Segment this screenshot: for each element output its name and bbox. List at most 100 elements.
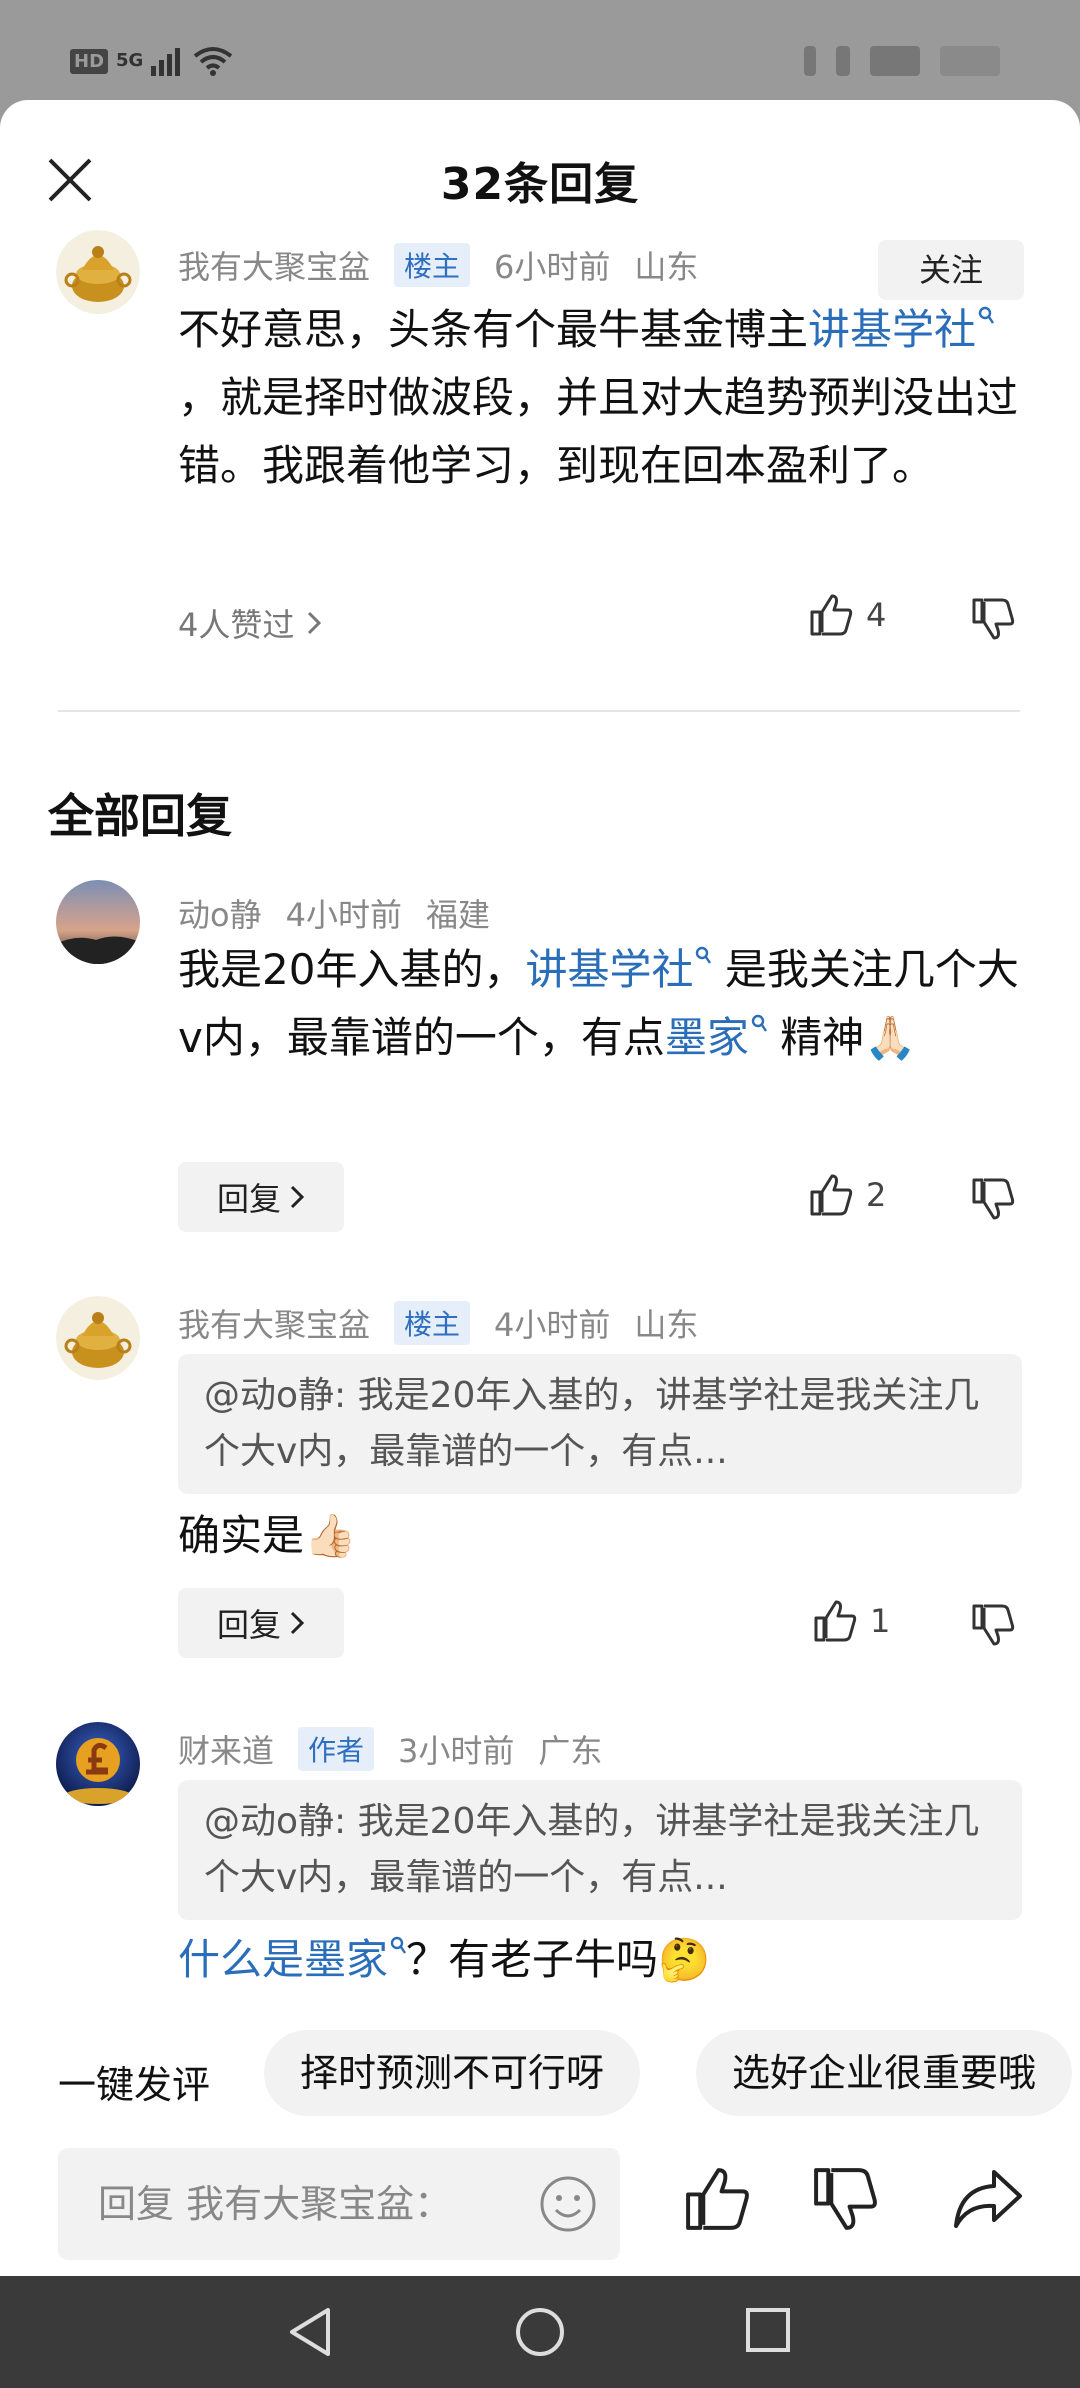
thumbs-down-icon[interactable] — [810, 2164, 880, 2234]
reply-location: 山东 — [634, 1306, 699, 1344]
hd-indicator: HD — [70, 48, 109, 74]
op-badge: 楼主 — [394, 243, 471, 287]
reply-meta: 我有大聚宝盆 楼主 4小时前 山东 — [178, 1300, 722, 1346]
follow-button[interactable]: 关注 — [878, 240, 1024, 300]
like-button[interactable]: 2 — [808, 1172, 886, 1218]
reply-text-part: 我是20年入基的， — [178, 945, 526, 994]
author-name[interactable]: 动o静 — [178, 890, 262, 936]
quick-reply-row: 一键发评 择时预测不可行呀 选好企业很重要哦 — [0, 2030, 1080, 2120]
quick-reply-chip[interactable]: 择时预测不可行呀 — [264, 2030, 641, 2116]
reply-text: 我是20年入基的，讲基学社 是我关注几个大v内，最靠谱的一个，有点墨家 精神🙏🏻 — [178, 936, 1028, 1072]
status-icon — [940, 46, 1000, 76]
reply-text: 确实是👍🏻 — [178, 1502, 1018, 1570]
reply-text-part: 精神 — [780, 1013, 865, 1062]
topic-link[interactable]: 墨家 — [665, 1013, 749, 1062]
reply-button[interactable]: 回复 — [178, 1162, 344, 1232]
search-icon — [390, 1936, 407, 1954]
author-badge: 作者 — [298, 1727, 375, 1771]
author-name[interactable]: 我有大聚宝盆 — [178, 242, 370, 288]
praying-hands-emoji: 🙏🏻 — [864, 1013, 917, 1062]
thinking-face-emoji: 🤔 — [658, 1935, 711, 1984]
reply-button[interactable]: 回复 — [178, 1588, 344, 1658]
thumbs-down-icon[interactable] — [970, 1176, 1016, 1222]
chevron-right-icon — [308, 611, 322, 635]
reply-text: 什么是墨家 ？有老子牛吗🤔 — [178, 1926, 1018, 1994]
like-count: 4 — [866, 596, 887, 634]
thumbs-up-icon — [810, 1174, 853, 1216]
like-button[interactable]: 1 — [812, 1598, 890, 1644]
comment-location: 山东 — [634, 248, 699, 286]
reply-time: 3小时前 — [398, 1732, 515, 1770]
like-count: 1 — [870, 1602, 891, 1640]
quick-reply-chip[interactable]: 选好企业很重要哦 — [696, 2030, 1073, 2116]
emoji-icon[interactable] — [538, 2174, 598, 2234]
reply-input-placeholder: 回复 我有大聚宝盆： — [98, 2182, 453, 2226]
quoted-reply[interactable]: @动o静: 我是20年入基的，讲基学社是我关注几个大v内，最靠谱的一个，有点..… — [178, 1780, 1022, 1920]
avatar[interactable] — [56, 880, 140, 964]
avatar[interactable] — [56, 1296, 140, 1380]
wifi-icon — [194, 47, 233, 76]
thumbs-up-icon — [814, 1600, 857, 1642]
avatar[interactable] — [56, 1722, 140, 1806]
reply-button-label: 回复 — [216, 1606, 281, 1644]
quick-reply-label: 一键发评 — [58, 2063, 211, 2107]
signal-icon — [151, 48, 181, 76]
avatar[interactable] — [56, 230, 140, 314]
reply-meta: 财来道 作者 3小时前 广东 — [178, 1726, 626, 1772]
author-name[interactable]: 我有大聚宝盆 — [178, 1300, 370, 1346]
quoted-reply[interactable]: @动o静: 我是20年入基的，讲基学社是我关注几个大v内，最靠谱的一个，有点..… — [178, 1354, 1022, 1494]
reply-input[interactable]: 回复 我有大聚宝盆： — [58, 2148, 620, 2260]
comment-time: 6小时前 — [494, 248, 611, 286]
section-title: 全部回复 — [48, 789, 232, 843]
composer-bar: 回复 我有大聚宝盆： — [0, 2120, 1080, 2276]
topic-link[interactable]: 什么是墨家 — [178, 1935, 388, 1984]
sheet-header: 32条回复 — [0, 100, 1080, 250]
reply-text-part: 确实是 — [178, 1511, 305, 1560]
status-icon — [804, 46, 816, 76]
topic-link[interactable]: 讲基学社 — [525, 945, 693, 994]
reply-time: 4小时前 — [494, 1306, 611, 1344]
status-icon — [836, 46, 850, 76]
network-indicator: 5G — [116, 50, 144, 71]
thumbs-down-icon[interactable] — [970, 596, 1016, 642]
search-icon — [696, 946, 712, 964]
search-icon — [751, 1014, 767, 1032]
author-name[interactable]: 财来道 — [178, 1726, 274, 1772]
golden-pot-icon — [56, 230, 140, 314]
page-title: 32条回复 — [440, 159, 640, 210]
sunset-avatar-icon — [56, 880, 140, 964]
thumbs-up-icon — [810, 594, 853, 636]
likers-link[interactable]: 4人赞过 — [178, 600, 324, 646]
status-left: HD 5G — [70, 46, 233, 76]
battery-icon — [870, 46, 920, 76]
likers-text: 4人赞过 — [178, 606, 295, 644]
op-badge: 楼主 — [394, 1301, 471, 1345]
replies-sheet: 32条回复 我有大聚宝盆 楼主 6小时前 山东 关注 不好意思，头条有个最牛基金… — [0, 100, 1080, 2276]
chevron-right-icon — [290, 1611, 305, 1635]
thumbs-up-icon[interactable] — [682, 2164, 752, 2234]
thumbs-down-icon[interactable] — [970, 1602, 1016, 1648]
search-icon — [978, 306, 995, 324]
like-count: 2 — [866, 1176, 887, 1214]
status-bar: HD 5G — [0, 0, 1080, 100]
reply-text-part: ？有老子牛吗 — [406, 1935, 659, 1984]
like-button[interactable]: 4 — [808, 592, 886, 638]
reply-location: 福建 — [425, 896, 490, 934]
reply-time: 4小时前 — [285, 896, 402, 934]
home-icon[interactable] — [514, 2306, 566, 2358]
recents-icon[interactable] — [744, 2306, 792, 2354]
reply-button-label: 回复 — [216, 1180, 281, 1218]
topic-link[interactable]: 讲基学社 — [808, 305, 976, 354]
comment-text: 不好意思，头条有个最牛基金博主讲基学社 ，就是择时做波段，并且对大趋势预判没出过错… — [178, 296, 1018, 500]
comment-text-part: 不好意思，头条有个最牛基金博主 — [178, 305, 809, 354]
share-icon[interactable] — [950, 2164, 1026, 2234]
divider — [58, 710, 1020, 712]
reply-meta: 动o静 4小时前 福建 — [178, 890, 514, 936]
system-nav-bar — [0, 2276, 1080, 2388]
chevron-right-icon — [290, 1185, 305, 1209]
back-icon[interactable] — [286, 2306, 334, 2358]
reply-location: 广东 — [538, 1732, 603, 1770]
thumbs-up-emoji: 👍🏻 — [304, 1511, 357, 1560]
pound-coin-avatar-icon — [56, 1722, 140, 1806]
golden-pot-icon — [56, 1296, 140, 1380]
